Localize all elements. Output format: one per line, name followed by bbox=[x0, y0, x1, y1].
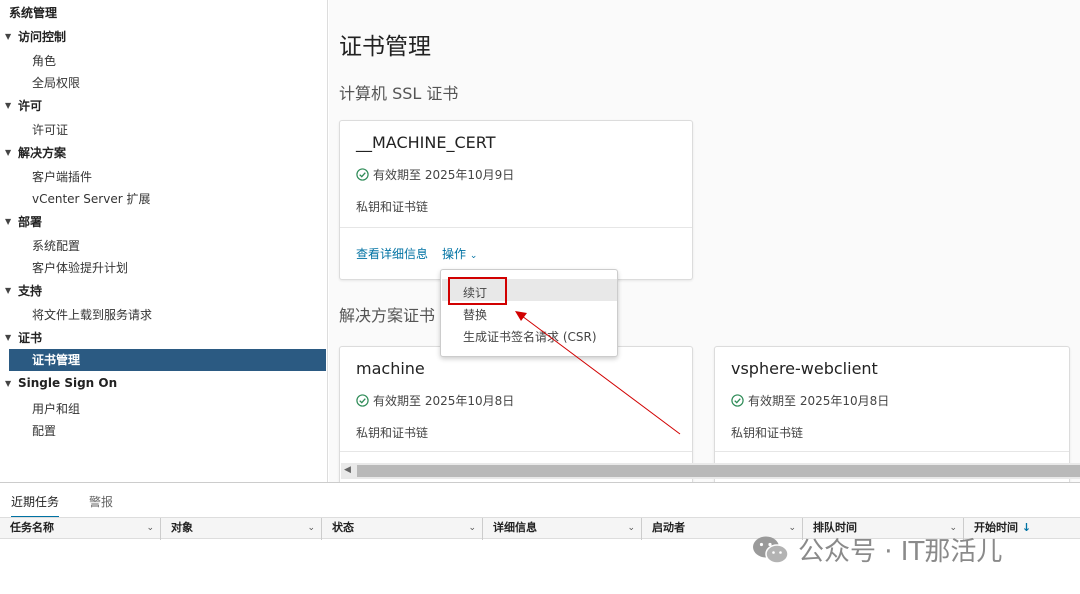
sidebar-group-label: 支持 bbox=[18, 284, 43, 298]
page-title: 证书管理 bbox=[339, 34, 431, 60]
scroll-left-icon[interactable]: ◀ bbox=[344, 465, 351, 475]
column-task-name[interactable]: 任务名称 ⌄ bbox=[0, 518, 161, 540]
sidebar-group-access-control[interactable]: ▼ 访问控制 bbox=[5, 28, 66, 45]
cert-chain-label: 私钥和证书链 bbox=[731, 426, 804, 440]
actions-label: 操作 bbox=[442, 247, 467, 261]
sidebar-item-certificate-management[interactable]: 证书管理 bbox=[9, 349, 326, 371]
cert-name: __MACHINE_CERT bbox=[356, 133, 496, 152]
check-circle-icon bbox=[356, 394, 369, 407]
sidebar-group-label: 许可 bbox=[18, 99, 43, 113]
menu-item-replace[interactable]: 替换 bbox=[463, 306, 487, 323]
tab-recent-tasks[interactable]: 近期任务 bbox=[11, 493, 60, 518]
sidebar-item-configuration[interactable]: 配置 bbox=[32, 422, 56, 439]
scrollbar-thumb[interactable] bbox=[357, 465, 1080, 477]
bottom-tabs: 近期任务 警报 bbox=[0, 483, 1080, 518]
sidebar-group-deployment[interactable]: ▼ 部署 bbox=[5, 213, 42, 230]
sidebar-item-ceip[interactable]: 客户体验提升计划 bbox=[32, 259, 128, 276]
cert-name: machine bbox=[356, 359, 425, 378]
sidebar: 系统管理 ▼ 访问控制 角色 全局权限 ▼ 许可 许可证 ▼ 解决方案 客户端插… bbox=[0, 0, 328, 482]
column-status[interactable]: 状态 ⌄ bbox=[322, 518, 483, 540]
cert-chain-label: 私钥和证书链 bbox=[356, 200, 429, 214]
sidebar-item-global-permissions[interactable]: 全局权限 bbox=[32, 74, 80, 91]
sidebar-group-label: 解决方案 bbox=[18, 146, 67, 160]
menu-item-generate-csr[interactable]: 生成证书签名请求 (CSR) bbox=[463, 328, 597, 345]
cert-status: 有效期至 2025年10月8日 bbox=[731, 392, 889, 409]
column-label: 详细信息 bbox=[493, 521, 537, 534]
chevron-down-icon[interactable]: ▼ bbox=[5, 101, 14, 110]
sidebar-group-certificates[interactable]: ▼ 证书 bbox=[5, 329, 42, 346]
sidebar-group-sso[interactable]: ▼ Single Sign On bbox=[5, 376, 117, 390]
watermark: 公众号 · IT那活儿 bbox=[752, 531, 1002, 568]
sidebar-group-label: 部署 bbox=[18, 215, 43, 229]
chevron-down-icon[interactable]: ⌄ bbox=[627, 518, 635, 538]
sidebar-item-client-plugins[interactable]: 客户端插件 bbox=[32, 168, 92, 185]
sidebar-group-label: 证书 bbox=[18, 331, 43, 345]
check-circle-icon bbox=[731, 394, 744, 407]
machine-ssl-section-title: 计算机 SSL 证书 bbox=[339, 84, 459, 103]
column-object[interactable]: 对象 ⌄ bbox=[161, 518, 322, 540]
cert-chain-label: 私钥和证书链 bbox=[356, 426, 429, 440]
actions-menu-button[interactable]: 操作 ⌄ bbox=[442, 245, 477, 262]
sidebar-item-users-groups[interactable]: 用户和组 bbox=[32, 400, 80, 417]
cert-status-text: 有效期至 2025年10月8日 bbox=[373, 394, 515, 408]
sidebar-item-upload-file[interactable]: 将文件上载到服务请求 bbox=[32, 306, 152, 323]
sidebar-group-label: Single Sign On bbox=[18, 376, 118, 390]
column-label: 对象 bbox=[171, 521, 193, 534]
sidebar-group-label: 访问控制 bbox=[18, 30, 67, 44]
chevron-down-icon[interactable]: ▼ bbox=[5, 286, 14, 295]
cert-name: vsphere-webclient bbox=[731, 359, 878, 378]
watermark-text: 公众号 · IT那活儿 bbox=[798, 537, 1003, 567]
card-divider bbox=[340, 227, 692, 228]
sidebar-group-support[interactable]: ▼ 支持 bbox=[5, 282, 42, 299]
chevron-down-icon[interactable]: ⌄ bbox=[307, 518, 315, 538]
solution-cert-card-machine: machine 有效期至 2025年10月8日 私钥和证书链 bbox=[339, 346, 693, 482]
column-label: 启动者 bbox=[652, 521, 685, 534]
sidebar-group-solutions[interactable]: ▼ 解决方案 bbox=[5, 144, 66, 161]
cert-status-text: 有效期至 2025年10月9日 bbox=[373, 168, 515, 182]
horizontal-scrollbar[interactable]: ◀ bbox=[341, 463, 1080, 479]
chevron-down-icon: ⌄ bbox=[469, 251, 478, 261]
chevron-down-icon[interactable]: ▼ bbox=[5, 333, 14, 342]
chevron-down-icon[interactable]: ▼ bbox=[5, 32, 14, 41]
solution-cert-card-vsphere-webclient: vsphere-webclient 有效期至 2025年10月8日 私钥和证书链 bbox=[714, 346, 1070, 482]
machine-cert-card: __MACHINE_CERT 有效期至 2025年10月9日 私钥和证书链 查看… bbox=[339, 120, 693, 280]
sidebar-item-licenses[interactable]: 许可证 bbox=[32, 121, 68, 138]
chevron-down-icon[interactable]: ⌄ bbox=[146, 518, 154, 538]
sidebar-item-roles[interactable]: 角色 bbox=[32, 52, 56, 69]
chevron-down-icon[interactable]: ▼ bbox=[5, 148, 14, 157]
sidebar-item-vcenter-extensions[interactable]: vCenter Server 扩展 bbox=[32, 190, 150, 207]
sidebar-root-title[interactable]: 系统管理 bbox=[9, 4, 57, 21]
chevron-down-icon[interactable]: ▼ bbox=[5, 217, 14, 226]
column-label: 状态 bbox=[332, 521, 354, 534]
sidebar-item-system-config[interactable]: 系统配置 bbox=[32, 237, 80, 254]
sort-descending-icon[interactable]: ↓ bbox=[1022, 521, 1031, 534]
annotation-highlight-box bbox=[448, 277, 507, 305]
check-circle-icon bbox=[356, 168, 369, 181]
column-details[interactable]: 详细信息 ⌄ bbox=[483, 518, 642, 540]
wechat-icon bbox=[753, 536, 789, 564]
view-details-link[interactable]: 查看详细信息 bbox=[356, 245, 428, 262]
main-content: 证书管理 计算机 SSL 证书 __MACHINE_CERT 有效期至 2025… bbox=[329, 0, 1080, 482]
cert-status-text: 有效期至 2025年10月8日 bbox=[748, 394, 890, 408]
solution-section-title: 解决方案证书 bbox=[339, 306, 436, 325]
sidebar-group-licensing[interactable]: ▼ 许可 bbox=[5, 97, 42, 114]
cert-status: 有效期至 2025年10月9日 bbox=[356, 166, 514, 183]
column-label: 任务名称 bbox=[10, 521, 54, 534]
chevron-down-icon[interactable]: ⌄ bbox=[468, 518, 476, 538]
tab-alarms[interactable]: 警报 bbox=[89, 493, 113, 510]
chevron-down-icon[interactable]: ▼ bbox=[5, 379, 14, 388]
card-divider bbox=[715, 451, 1069, 452]
card-divider bbox=[340, 451, 692, 452]
cert-status: 有效期至 2025年10月8日 bbox=[356, 392, 514, 409]
